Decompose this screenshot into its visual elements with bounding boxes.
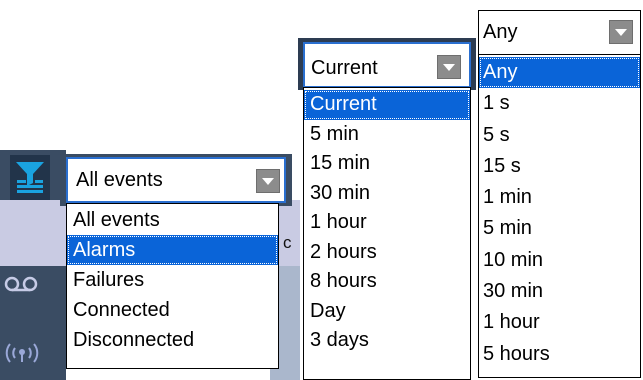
time-filter-value: Current: [311, 57, 378, 79]
duration-filter-options: Any 1 s 5 s 15 s 1 min 5 min 10 min 30 m…: [478, 54, 641, 378]
option-5-min[interactable]: 5 min: [479, 213, 640, 244]
option-30-min[interactable]: 30 min: [304, 179, 470, 209]
filter-button[interactable]: [10, 155, 50, 200]
option-15-min[interactable]: 15 min: [304, 149, 470, 179]
option-failures[interactable]: Failures: [67, 265, 278, 295]
background-text: c: [283, 233, 292, 252]
option-1-hour[interactable]: 1 hour: [304, 208, 470, 238]
option-day[interactable]: Day: [304, 297, 470, 327]
option-disconnected[interactable]: Disconnected: [67, 325, 278, 355]
option-30-min[interactable]: 30 min: [479, 276, 640, 307]
option-1-min[interactable]: 1 min: [479, 182, 640, 213]
event-filter-select[interactable]: All events: [66, 157, 286, 203]
sidebar-highlight-row: [0, 200, 70, 266]
option-current[interactable]: Current: [304, 90, 470, 120]
option-any[interactable]: Any: [479, 57, 640, 89]
option-8-hours[interactable]: 8 hours: [304, 267, 470, 297]
option-2-hours[interactable]: 2 hours: [304, 238, 470, 268]
chevron-down-icon[interactable]: [256, 169, 280, 193]
chevron-down-icon[interactable]: [609, 20, 633, 44]
option-5-hours[interactable]: 5 hours: [479, 339, 640, 370]
time-filter-select[interactable]: Current: [303, 42, 471, 88]
option-all-events[interactable]: All events: [67, 205, 278, 235]
option-1-hour[interactable]: 1 hour: [479, 307, 640, 338]
option-10-min[interactable]: 10 min: [479, 245, 640, 276]
duration-filter-value: Any: [483, 21, 518, 43]
duration-filter-select[interactable]: Any: [478, 10, 641, 56]
chevron-down-icon[interactable]: [437, 55, 461, 79]
option-5-min[interactable]: 5 min: [304, 120, 470, 150]
filter-icon: [16, 162, 44, 193]
option-1-s[interactable]: 1 s: [479, 88, 640, 119]
option-5-s[interactable]: 5 s: [479, 120, 640, 151]
voicemail-icon[interactable]: [4, 276, 38, 294]
event-filter-value: All events: [76, 169, 163, 191]
option-3-days[interactable]: 3 days: [304, 326, 470, 356]
option-alarms[interactable]: Alarms: [67, 235, 278, 265]
time-filter-options: Current 5 min 15 min 30 min 1 hour 2 hou…: [303, 87, 471, 380]
event-filter-options: All events Alarms Failures Connected Dis…: [66, 203, 279, 369]
option-connected[interactable]: Connected: [67, 295, 278, 325]
option-15-s[interactable]: 15 s: [479, 151, 640, 182]
broadcast-icon[interactable]: [2, 340, 42, 366]
